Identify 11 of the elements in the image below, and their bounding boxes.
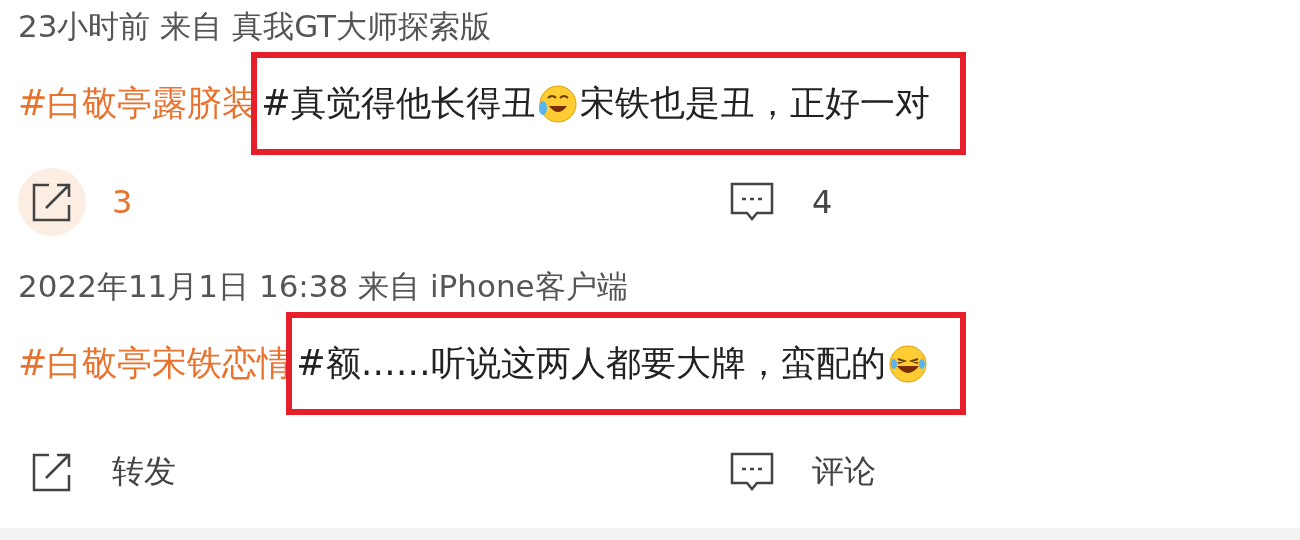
post-text: 宋铁也是丑，正好一对 [579, 82, 930, 125]
post-meta: 2022年11月1日 16:38 来自 iPhone客户端 [18, 267, 628, 306]
comment-label: 评论 [812, 451, 876, 492]
emoji-icon [887, 343, 928, 384]
comment-label: 4 [812, 183, 833, 221]
post-meta: 23小时前 来自 真我GT大师探索版 [18, 7, 491, 46]
repost-label: 转发 [112, 451, 176, 492]
emoji-icon [537, 83, 578, 124]
post-text: #额……听说这两人都要大牌，蛮配的 [296, 342, 886, 385]
post-text: #真觉得他长得丑 [261, 82, 536, 125]
repost-label: 3 [112, 183, 133, 221]
